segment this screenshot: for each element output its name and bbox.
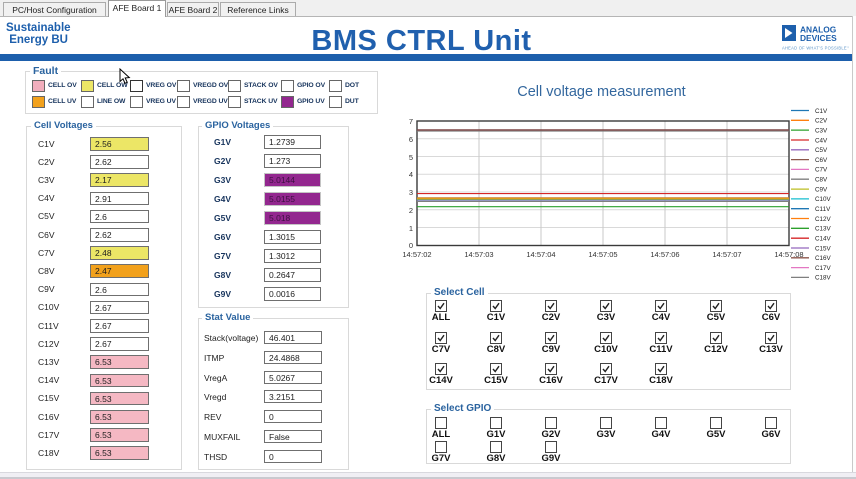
svg-text:C12V: C12V	[815, 216, 832, 223]
svg-text:C9V: C9V	[815, 186, 828, 193]
svg-text:C5V: C5V	[815, 147, 828, 154]
svg-text:C16V: C16V	[815, 255, 832, 262]
svg-text:C17V: C17V	[815, 265, 832, 272]
svg-text:C13V: C13V	[815, 226, 832, 233]
svg-text:C11V: C11V	[815, 206, 831, 213]
svg-text:C8V: C8V	[815, 177, 828, 184]
svg-text:C6V: C6V	[815, 157, 828, 164]
svg-text:C4V: C4V	[815, 137, 828, 144]
svg-text:C7V: C7V	[815, 167, 828, 174]
svg-text:C15V: C15V	[815, 245, 832, 252]
svg-text:C18V: C18V	[815, 275, 832, 282]
svg-text:C10V: C10V	[815, 196, 832, 203]
svg-text:C1V: C1V	[815, 108, 828, 115]
svg-text:C14V: C14V	[815, 236, 832, 243]
svg-text:C2V: C2V	[815, 118, 828, 125]
svg-text:C3V: C3V	[815, 127, 828, 134]
